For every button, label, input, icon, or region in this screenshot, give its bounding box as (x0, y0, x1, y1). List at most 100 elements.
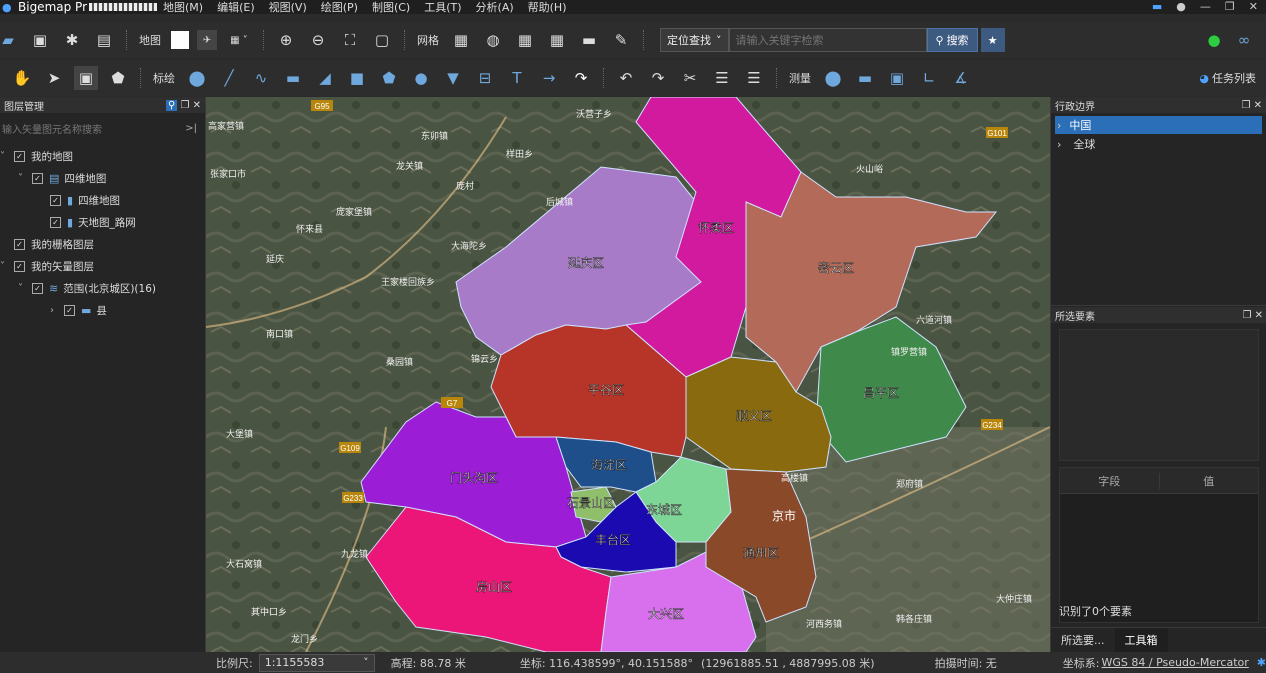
favorite-star-icon[interactable]: ★ (980, 28, 1005, 52)
blank-map-icon[interactable] (171, 31, 189, 49)
select-arrow-icon[interactable]: ➤ (42, 66, 66, 90)
save-icon[interactable]: ▣ (28, 28, 52, 52)
crs-link[interactable]: WGS 84 / Pseudo-Mercator (1102, 656, 1249, 669)
expand-toggle-icon[interactable]: ˅ (0, 151, 14, 162)
map-canvas[interactable]: 延庆区 怀柔区密云区昌平区顺义区 平谷区门头沟区 海淀区石景山区 东城区丰台区房山区大兴… (206, 97, 1050, 652)
menu-item[interactable]: 帮助(H) (528, 0, 567, 15)
maximize-button[interactable]: ❐ (1225, 0, 1235, 13)
sector-icon[interactable]: ▼ (441, 66, 465, 90)
expand-toggle-icon[interactable]: › (50, 305, 64, 316)
line-icon[interactable]: ╱ (217, 66, 241, 90)
collapse-icon[interactable]: >| (185, 123, 197, 134)
layer-checkbox[interactable]: ✓ (64, 304, 75, 316)
layer-tree-item[interactable]: ˅ ✓ ≋ 范围(北京城区)(16) (0, 277, 205, 299)
menu-item[interactable]: 地图(M) (163, 0, 203, 15)
search-button[interactable]: ⚲ 搜索 (926, 28, 978, 52)
zoom-out-icon[interactable]: ⊖ (306, 28, 330, 52)
layer-tree-item[interactable]: ˅ ✓ 我的地图 (0, 145, 205, 167)
layer-checkbox[interactable]: ✓ (14, 238, 25, 250)
close-icon[interactable]: ✕ (1255, 310, 1263, 321)
layer-tree-item[interactable]: ˅ ✓ 我的矢量图层 (0, 255, 205, 277)
circle-icon[interactable]: ● (409, 66, 433, 90)
measure-angle-icon[interactable]: ∟ (917, 66, 941, 90)
point-marker-icon[interactable]: ⬤ (185, 66, 209, 90)
menu-item[interactable]: 编辑(E) (217, 0, 255, 15)
menu-item[interactable]: 制图(C) (372, 0, 410, 15)
undo-icon[interactable]: ↶ (614, 66, 638, 90)
layer-tree-item[interactable]: ✓ ▮ 四维地图 (0, 189, 205, 211)
layer-checkbox[interactable]: ✓ (14, 150, 25, 162)
zoom-in-icon[interactable]: ⊕ (274, 28, 298, 52)
menu-item[interactable]: 工具(T) (424, 0, 461, 15)
settings-icon[interactable]: ✱ (60, 28, 84, 52)
link-icon[interactable]: ∞ (1232, 28, 1256, 52)
scale-select[interactable]: 1:1155583 ˅ (258, 653, 375, 672)
brush-icon[interactable]: ✎ (609, 28, 633, 52)
grid-icon[interactable]: ▦ (449, 28, 473, 52)
float-icon[interactable]: ❐ (1242, 310, 1251, 321)
map-view[interactable]: 延庆区 怀柔区 密云区 昌平区 顺义区 平谷区 门头沟区 海淀区 石景山区 东城区 丰台区 房山区 大兴… (206, 97, 1050, 652)
curve-icon[interactable]: ∿ (249, 66, 273, 90)
user-icon[interactable]: ● (1176, 0, 1186, 13)
folder-icon[interactable]: ▬ (577, 28, 601, 52)
close-button[interactable]: ✕ (1249, 0, 1258, 13)
layer-checkbox[interactable]: ✓ (50, 194, 61, 206)
selected-feature-list[interactable] (1059, 329, 1259, 461)
pentagon-icon[interactable]: ⬟ (377, 66, 401, 90)
measure-area-icon[interactable]: ▣ (885, 66, 909, 90)
layer-tree-item[interactable]: ✓ 我的栅格图层 (0, 233, 205, 255)
locate-dropdown[interactable]: 定位查找 ˅ (660, 28, 729, 52)
menu-item[interactable]: 绘图(P) (321, 0, 358, 15)
layer-tree-item[interactable]: ✓ ▮ 天地图_路网 (0, 211, 205, 233)
layer-checkbox[interactable]: ✓ (32, 172, 43, 184)
measure-bearing-icon[interactable]: ∡ (949, 66, 973, 90)
task-list-button[interactable]: ◕ 任务列表 (1199, 70, 1256, 86)
close-icon[interactable]: ✕ (193, 100, 201, 111)
map-style-dropdown-icon[interactable]: ▦ ˅ (225, 28, 253, 52)
layer-checkbox[interactable]: ✓ (32, 282, 43, 294)
chat-icon[interactable]: ▬ (1152, 0, 1162, 13)
layer-checkbox[interactable]: ✓ (50, 216, 61, 228)
list-icon[interactable]: ☰ (710, 66, 734, 90)
float-icon[interactable]: ❐ (180, 100, 189, 111)
gear-icon[interactable]: ✱ (1257, 656, 1266, 669)
identify-icon[interactable]: ▣ (74, 66, 98, 90)
expand-toggle-icon[interactable]: ˅ (0, 261, 14, 272)
text-underline-icon[interactable]: ⊟ (473, 66, 497, 90)
expand-toggle-icon[interactable]: ˅ (18, 173, 32, 184)
float-icon[interactable]: ❐ (1241, 100, 1250, 111)
minimize-button[interactable]: — (1200, 0, 1211, 13)
fit-extent-icon[interactable]: ▢ (370, 28, 394, 52)
curved-arrow-icon[interactable]: ↷ (569, 66, 593, 90)
expand-toggle-icon[interactable]: ˅ (18, 283, 32, 294)
globe-icon[interactable]: ◍ (481, 28, 505, 52)
open-folder-icon[interactable]: ▰ (0, 28, 20, 52)
measure-distance-icon[interactable]: ▬ (853, 66, 877, 90)
redo-icon[interactable]: ↷ (646, 66, 670, 90)
satellite-map-icon[interactable]: ✈ (197, 30, 217, 50)
edit-icon[interactable]: ⬟ (106, 66, 130, 90)
wechat-icon[interactable]: ● (1202, 28, 1226, 52)
layer-checkbox[interactable]: ✓ (14, 260, 25, 272)
menu-item[interactable]: 分析(A) (476, 0, 514, 15)
admin-tree-item[interactable]: › 中国 (1055, 116, 1262, 134)
list-alt-icon[interactable]: ☰ (742, 66, 766, 90)
admin-tree-item[interactable]: › 全球 (1051, 134, 1266, 154)
menu-item[interactable]: 视图(V) (269, 0, 307, 15)
right-panel-tab[interactable]: 工具箱 (1114, 628, 1168, 652)
right-panel-tab[interactable]: 所选要... (1051, 628, 1115, 652)
rectangle-line-icon[interactable]: ▬ (281, 66, 305, 90)
layer-search-input[interactable]: 输入矢量图元名称搜索 >| (0, 117, 205, 139)
measure-point-icon[interactable]: ⬤ (821, 66, 845, 90)
layer-tree-item[interactable]: › ✓ ▬ 县 (0, 299, 205, 321)
text-box-icon[interactable]: T (505, 66, 529, 90)
grid-tool-icon[interactable]: ▦ (513, 28, 537, 52)
close-icon[interactable]: ✕ (1254, 100, 1262, 111)
square-icon[interactable]: ■ (345, 66, 369, 90)
image-icon[interactable]: ▤ (92, 28, 116, 52)
search-icon[interactable]: ⚲ (165, 99, 178, 111)
arrow-right-icon[interactable]: → (537, 66, 561, 90)
arrow-shape-icon[interactable]: ◢ (313, 66, 337, 90)
search-input[interactable] (728, 28, 927, 52)
pan-hand-icon[interactable]: ✋ (10, 66, 34, 90)
